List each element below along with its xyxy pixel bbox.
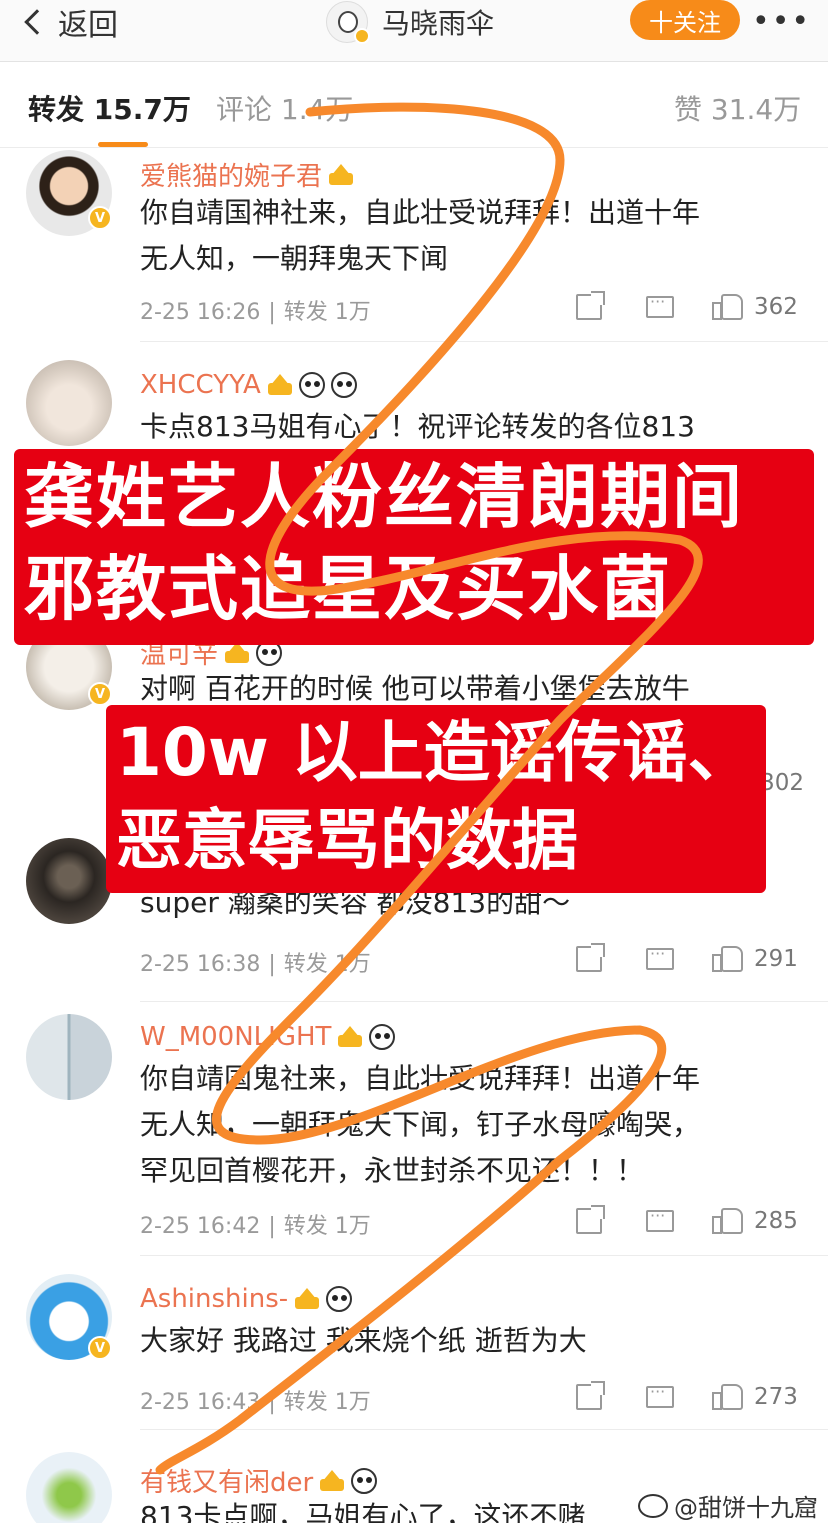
overlay-banner-red: 龚姓艺人粉丝清朗期间 邪教式追星及买水菌 [14, 449, 814, 645]
comment-actions: 285 [576, 1205, 804, 1236]
tab-likes[interactable]: 赞 31.4万 [674, 88, 801, 128]
username[interactable]: 爱熊猫的婉子君 [140, 156, 354, 193]
tab-bar: 转发 15.7万 评论 1.4万 赞 31.4万 [0, 64, 828, 148]
list-item: V Ashinshins- 大家好 我路过 我来烧个纸 逝哲为大 2-25 16… [0, 1270, 828, 1430]
avatar[interactable] [26, 1014, 112, 1100]
comment-text: 大家好 我路过 我来烧个纸 逝哲为大 [140, 1324, 587, 1357]
page-title: 马晓雨伞 [382, 7, 495, 40]
share-icon[interactable] [576, 291, 605, 320]
comment-meta: 2-25 16:38 | 转发 1万 [140, 952, 371, 977]
overlay-banner-red: 10w 以上造谣传谣、 恶意辱骂的数据 [106, 705, 766, 893]
crown-icon [267, 373, 293, 397]
tab-comments[interactable]: 评论 1.4万 [216, 88, 353, 128]
top-nav-bar: 返回 马晓雨伞 十关注 ••• [0, 0, 828, 62]
back-label: 返回 [58, 8, 118, 43]
comment-meta: 2-25 16:43 | 转发 1万 [140, 1390, 371, 1415]
like-button[interactable]: 273 [712, 1384, 798, 1410]
like-button[interactable]: 285 [712, 1208, 798, 1234]
list-item: XHCCYYA 卡点813马姐有心了！祝评论转发的各位813 [0, 350, 828, 460]
tab-repost[interactable]: 转发 15.7万 [28, 88, 191, 128]
page-title-group: 马晓雨伞 [326, 0, 494, 44]
avatar[interactable] [26, 360, 112, 446]
share-icon[interactable] [576, 1205, 605, 1234]
share-icon[interactable] [576, 1381, 605, 1410]
username[interactable]: Ashinshins- [140, 1284, 353, 1314]
crown-icon [328, 163, 354, 187]
panda-icon [351, 1467, 378, 1494]
crown-icon [337, 1025, 363, 1049]
weibo-logo-icon [638, 1493, 668, 1518]
comment-actions: 291 [576, 943, 804, 974]
panda-icon [298, 372, 325, 398]
verified-icon: V [88, 206, 112, 230]
more-options-icon[interactable]: ••• [752, 4, 811, 39]
comment-icon[interactable] [646, 1382, 674, 1408]
username[interactable]: XHCCYYA [140, 370, 357, 400]
username[interactable]: W_M00NLIGHT [140, 1022, 396, 1052]
panda-icon [330, 372, 357, 398]
comment-meta: 2-25 16:26 | 转发 1万 [140, 300, 371, 325]
like-button[interactable]: 302 [760, 770, 804, 796]
avatar[interactable] [26, 838, 112, 924]
tab-underline [98, 142, 148, 147]
comment-actions: 362 [576, 291, 804, 322]
like-button[interactable]: 362 [712, 294, 798, 320]
thumbs-up-icon [712, 1208, 743, 1234]
panda-icon [369, 1024, 396, 1050]
comment-meta: 2-25 16:42 | 转发 1万 [140, 1214, 371, 1239]
chevron-left-icon [24, 9, 50, 35]
comment-actions: 273 [576, 1381, 804, 1412]
list-item: W_M00NLIGHT 你自靖国鬼社来，自此壮受说拜拜！出道十年 无人知，一朝拜鬼… [0, 1010, 828, 1256]
thumbs-up-icon [712, 946, 743, 972]
follow-button[interactable]: 十关注 [630, 0, 740, 40]
thumbs-up-icon [712, 1384, 743, 1410]
comment-text: 你自靖国神社来，自此壮受说拜拜！出道十年 无人知，一朝拜鬼天下闻 [140, 196, 701, 275]
verified-icon: V [88, 682, 112, 706]
back-button[interactable]: 返回 [22, 2, 118, 43]
thumbs-up-icon [712, 294, 743, 320]
share-icon[interactable] [576, 943, 605, 972]
comment-text: 你自靖国鬼社来，自此壮受说拜拜！出道十年 无人知，一朝拜鬼天下闻，钉子水母嚎啕哭，… [140, 1062, 701, 1187]
panda-icon [326, 1286, 353, 1312]
verified-icon: V [88, 1336, 112, 1360]
avatar[interactable] [26, 1452, 112, 1523]
verified-icon [354, 28, 370, 44]
comment-icon[interactable] [646, 944, 674, 970]
crown-icon [294, 1287, 320, 1311]
like-button[interactable]: 291 [712, 946, 798, 972]
comment-icon[interactable] [646, 292, 674, 318]
watermark: @甜饼十九窟 [638, 1488, 818, 1523]
comment-text: 卡点813马姐有心了！祝评论转发的各位813 [140, 410, 695, 443]
avatar[interactable] [326, 1, 370, 44]
comment-icon[interactable] [646, 1206, 674, 1232]
list-item: V 爱熊猫的婉子君 你自靖国神社来，自此壮受说拜拜！出道十年 无人知，一朝拜鬼天下… [0, 150, 828, 342]
crown-icon [319, 1469, 345, 1493]
